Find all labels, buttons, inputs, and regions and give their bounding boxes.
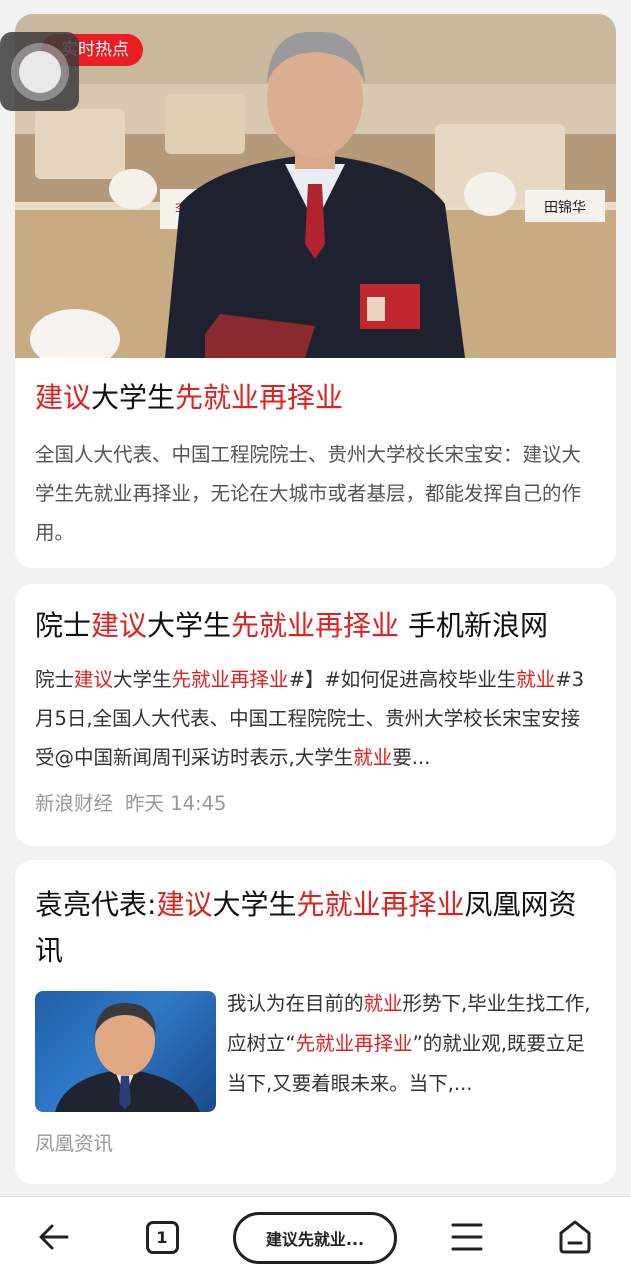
news-source: 新浪财经 [35, 792, 114, 815]
title-segment: 先就业再择业 [296, 888, 465, 921]
floating-assistant-button[interactable] [0, 32, 79, 111]
title-segment: 先就业再择业 [175, 381, 344, 414]
title-segment: 建议 [156, 888, 213, 921]
title-segment: 手机新浪网 [399, 609, 548, 642]
news-summary[interactable]: 我认为在目前的就业形势下,毕业生找工作,应树立“先就业再择业”的就业观,既要立足… [227, 984, 597, 1104]
summary-segment: 先就业再择业 [171, 668, 289, 691]
news-card-featured[interactable]: 田锦华 李 实时热点 建议大学生先就业再择业 全国人大代表、中国工程院院士、贵州 [15, 14, 616, 568]
search-bar[interactable]: 建议先就业... [233, 1212, 397, 1264]
tabs-button[interactable]: 1 [138, 1215, 186, 1259]
floating-ball-icon [10, 42, 69, 101]
title-segment: 大学生 [91, 381, 176, 414]
news-card[interactable]: 院士建议大学生先就业再择业 手机新浪网 院士建议大学生先就业再择业#】#如何促进… [15, 584, 616, 846]
news-meta: 新浪财经 昨天 14:45 [35, 790, 226, 818]
summary-segment: #】#如何促进高校毕业生 [288, 668, 517, 691]
title-segment: 大学生 [147, 609, 232, 642]
menu-button[interactable] [443, 1215, 491, 1259]
title-segment: 大学生 [212, 888, 297, 921]
news-feed[interactable]: 田锦华 李 实时热点 建议大学生先就业再择业 全国人大代表、中国工程院院士、贵州 [0, 0, 631, 1196]
title-segment: 建议 [91, 609, 148, 642]
title-segment: 建议 [35, 381, 92, 414]
summary-segment: 就业 [363, 992, 403, 1015]
news-summary[interactable]: 院士建议大学生先就业再择业#】#如何促进高校毕业生就业#3月5日,全国人大代表、… [35, 660, 595, 777]
summary-segment: 大学生 [113, 668, 172, 691]
title-segment: 先就业再择业 [231, 609, 400, 642]
summary-segment: 院士 [35, 668, 75, 691]
summary-segment: 先就业再择业 [295, 1032, 413, 1055]
home-icon [559, 1220, 591, 1254]
news-meta: 凤凰资讯 [35, 1130, 113, 1158]
cover-image[interactable]: 田锦华 李 实时热点 [15, 14, 616, 358]
tab-count-icon: 1 [145, 1220, 179, 1254]
summary-segment: 要... [392, 746, 431, 769]
news-title[interactable]: 建议大学生先就业再择业 [35, 378, 595, 418]
news-card[interactable]: 袁亮代表:建议大学生先就业再择业凤凰网资讯 我认为在目前的就业形势下,毕业生找工… [15, 860, 616, 1184]
title-segment: 院士 [35, 609, 92, 642]
summary-segment: 建议 [74, 668, 114, 691]
summary-segment: 就业 [516, 668, 556, 691]
news-thumbnail[interactable] [35, 991, 216, 1112]
back-arrow-icon [39, 1224, 69, 1250]
news-title[interactable]: 院士建议大学生先就业再择业 手机新浪网 [35, 606, 601, 646]
summary-segment: 我认为在目前的 [227, 992, 364, 1015]
news-source: 凤凰资讯 [35, 1132, 114, 1155]
back-button[interactable] [30, 1215, 78, 1259]
home-button[interactable] [551, 1215, 599, 1259]
news-time: 昨天 14:45 [125, 792, 227, 815]
summary-segment: 就业 [353, 746, 393, 769]
name-card-text: 田锦华 [544, 199, 586, 216]
news-title[interactable]: 袁亮代表:建议大学生先就业再择业凤凰网资讯 [35, 882, 595, 974]
menu-icon [451, 1223, 483, 1251]
bottom-toolbar: 1 建议先就业... [0, 1196, 631, 1280]
news-summary[interactable]: 全国人大代表、中国工程院院士、贵州大学校长宋宝安：建议大学生先就业再择业，无论在… [35, 435, 597, 552]
title-segment: 袁亮代表: [35, 888, 157, 921]
